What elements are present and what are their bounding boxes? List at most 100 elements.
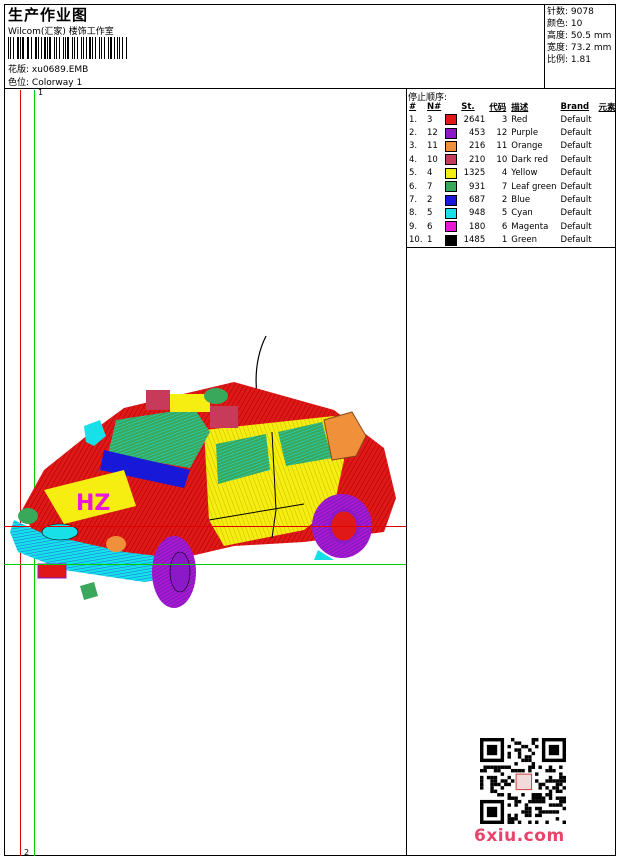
table-row: 6. 7 931 7 Leaf green Default xyxy=(407,180,618,193)
qr-code xyxy=(480,738,566,824)
seq-code: 6 xyxy=(501,221,508,232)
color-swatch-box xyxy=(445,194,458,206)
col-brand: Brand xyxy=(560,101,590,112)
stop-sequence-table: # N# St. 代码 描述 Brand 元素 1. 3 2641 3 Red Defau… xyxy=(407,100,618,247)
seq-stitches: 1485 xyxy=(463,235,486,246)
seq-brand: Default xyxy=(560,208,592,219)
seq-code: 3 xyxy=(501,114,508,125)
embroidery-design: HZ xyxy=(10,335,396,608)
seq-element xyxy=(597,153,618,166)
seq-element xyxy=(597,167,618,180)
col-element: 元素 xyxy=(598,102,616,113)
color-swatch xyxy=(443,234,459,247)
col-code: 代码 xyxy=(489,102,507,113)
seq-stitches: 216 xyxy=(469,141,486,152)
seq-element xyxy=(597,140,618,153)
stat-scale: 比例: 1.81 xyxy=(547,55,591,65)
table-row: 2. 12 453 12 Purple Default xyxy=(407,126,618,139)
seq-brand: Default xyxy=(560,128,592,139)
seq-element xyxy=(597,193,618,206)
roof-light-right xyxy=(210,406,238,428)
seq-needle: 6 xyxy=(427,221,433,232)
guide-marker-bottom: 2 xyxy=(24,848,30,857)
stat-height: 高度: 50.5 mm xyxy=(547,31,612,41)
color-swatch xyxy=(443,220,459,233)
table-bottom-divider xyxy=(406,247,616,248)
seq-description: Cyan xyxy=(511,208,533,219)
antenna xyxy=(255,335,267,397)
seq-code: 4 xyxy=(501,168,508,179)
col-description: 描述 xyxy=(511,102,529,113)
color-swatch-box xyxy=(445,127,458,139)
seq-brand: Default xyxy=(560,221,592,232)
seq-brand: Default xyxy=(560,181,592,192)
seq-description: Purple xyxy=(511,128,539,139)
seq-description: Red xyxy=(511,114,528,125)
qr-logo xyxy=(515,773,533,791)
col-order: # xyxy=(409,101,417,112)
seq-needle: 7 xyxy=(427,181,433,192)
stat-colors: 颜色: 10 xyxy=(547,19,583,29)
design-stats: 针数: 9078 颜色: 10 高度: 50.5 mm 宽度: 73.2 mm … xyxy=(547,6,611,66)
color-swatch xyxy=(443,113,459,126)
seq-description: Blue xyxy=(511,195,531,206)
seq-needle: 11 xyxy=(427,141,438,152)
seq-code: 2 xyxy=(501,195,508,206)
roof-light-center xyxy=(170,394,210,412)
stat-width: 宽度: 73.2 mm xyxy=(547,43,612,53)
seq-stitches: 2641 xyxy=(463,114,486,125)
color-swatch-box xyxy=(445,181,458,193)
seq-code: 11 xyxy=(496,141,508,152)
seq-element xyxy=(597,207,618,220)
watermark: 6xiu.com xyxy=(474,826,565,846)
seq-order: 4. xyxy=(409,154,418,165)
color-swatch-box xyxy=(445,221,458,233)
seq-element xyxy=(597,113,618,126)
seq-element xyxy=(597,126,618,139)
hood-badge: HZ xyxy=(76,491,110,516)
seq-order: 8. xyxy=(409,208,418,219)
seq-code: 12 xyxy=(496,128,508,139)
seq-brand: Default xyxy=(560,235,592,246)
seq-stitches: 948 xyxy=(469,208,486,219)
seq-needle: 1 xyxy=(427,235,433,246)
license-plate xyxy=(37,563,67,579)
roof-ornament xyxy=(204,388,228,404)
design-label: 花版: xyxy=(8,65,30,75)
seq-code: 5 xyxy=(501,208,508,219)
color-swatch xyxy=(443,140,459,153)
table-header-row: # N# St. 代码 描述 Brand 元素 xyxy=(407,100,618,113)
seq-element xyxy=(597,180,618,193)
seq-order: 3. xyxy=(409,141,418,152)
seq-stitches: 453 xyxy=(469,128,486,139)
seq-stitches: 1325 xyxy=(463,168,486,179)
colorway-row: 色位: Colorway 1 xyxy=(8,75,82,88)
horizontal-guide-green xyxy=(4,564,406,565)
seq-stitches: 210 xyxy=(469,154,486,165)
colorway-label: 色位: xyxy=(8,78,30,88)
stat-stitches: 针数: 9078 xyxy=(547,7,594,17)
seq-description: Green xyxy=(511,235,537,246)
seq-stitches: 687 xyxy=(469,195,486,206)
design-value: xu0689.EMB xyxy=(31,65,89,75)
seq-brand: Default xyxy=(560,154,592,165)
seq-brand: Default xyxy=(560,168,592,179)
seq-stitches: 931 xyxy=(469,181,486,192)
stats-divider xyxy=(544,4,545,88)
seq-order: 5. xyxy=(409,168,418,179)
seq-description: Leaf green xyxy=(511,181,557,192)
color-swatch xyxy=(443,193,459,206)
colorway-value: Colorway 1 xyxy=(31,78,83,88)
table-row: 5. 4 1325 4 Yellow Default xyxy=(407,167,618,180)
headlight-left xyxy=(18,508,38,524)
seq-order: 6. xyxy=(409,181,418,192)
table-row: 1. 3 2641 3 Red Default xyxy=(407,113,618,126)
seq-description: Magenta xyxy=(511,221,549,232)
color-swatch xyxy=(443,153,459,166)
table-row: 7. 2 687 2 Blue Default xyxy=(407,193,618,206)
seq-code: 7 xyxy=(501,181,508,192)
seq-needle: 4 xyxy=(427,168,433,179)
seq-needle: 5 xyxy=(427,208,433,219)
seq-element xyxy=(597,220,618,233)
seq-brand: Default xyxy=(560,114,592,125)
